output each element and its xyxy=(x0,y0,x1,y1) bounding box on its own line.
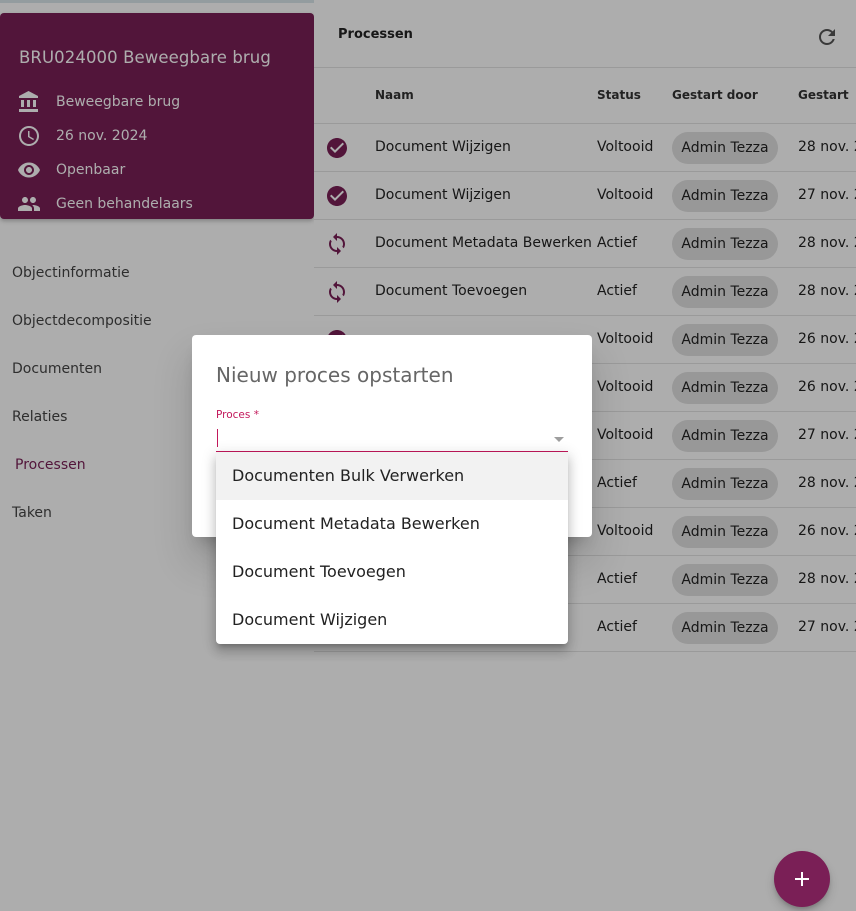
add-process-button[interactable] xyxy=(774,851,830,907)
plus-icon xyxy=(795,872,809,886)
proces-select[interactable] xyxy=(216,425,568,453)
dialog-title: Nieuw proces opstarten xyxy=(216,363,454,387)
proces-field-label: Proces * xyxy=(216,409,259,421)
dropdown-arrow-icon xyxy=(554,437,564,442)
text-caret xyxy=(217,429,218,447)
option-document-wijzigen[interactable]: Document Wijzigen xyxy=(216,596,568,644)
option-documenten-bulk-verwerken[interactable]: Documenten Bulk Verwerken xyxy=(216,452,568,500)
option-document-toevoegen[interactable]: Document Toevoegen xyxy=(216,548,568,596)
option-document-metadata-bewerken[interactable]: Document Metadata Bewerken xyxy=(216,500,568,548)
proces-options-list: Documenten Bulk Verwerken Document Metad… xyxy=(216,452,568,644)
